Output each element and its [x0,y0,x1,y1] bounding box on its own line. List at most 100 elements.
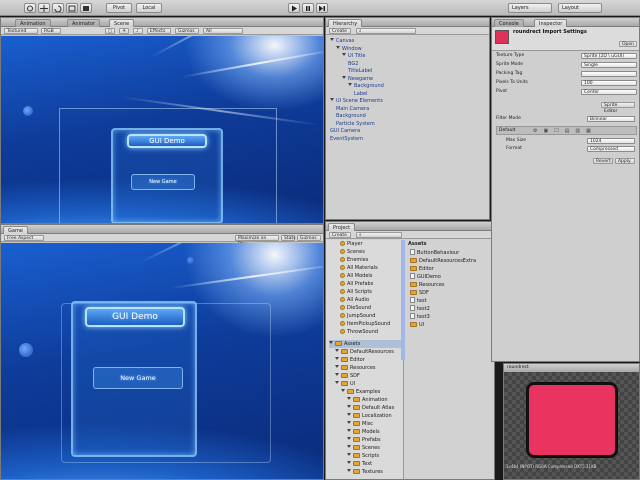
asset-item[interactable]: SDF [410,289,429,297]
filter-mode-dropdown[interactable]: Bilinear [587,116,635,122]
expand-arrow-icon[interactable] [347,421,351,424]
tab-scene[interactable]: Scene [109,19,135,27]
asset-item[interactable]: test3 [410,313,430,321]
pivot-toggle[interactable]: Pivot [106,3,132,13]
lighting-toggle[interactable]: ☀ [119,28,129,34]
favorite-item[interactable]: DieSound [340,304,371,312]
asset-folder-item[interactable]: Misc [347,420,373,428]
scene-search-input[interactable]: All [203,28,243,34]
asset-folder-item[interactable]: Textures [347,468,383,476]
favorite-item[interactable]: All Prefabs [340,280,373,288]
effects-dropdown[interactable]: Effects [147,28,171,34]
asset-item[interactable]: UI [410,321,424,329]
asset-folder-item[interactable]: Prefabs [347,436,381,444]
asset-folder-item[interactable]: UI [335,380,355,388]
layers-dropdown[interactable]: Layers [508,3,552,13]
play-button[interactable] [288,3,300,13]
gui-demo-title-button[interactable]: GUI Demo [127,134,207,148]
hierarchy-search-input[interactable]: ⌕ [356,28,416,34]
asset-folder-item[interactable]: Localization [347,412,392,420]
tab-console[interactable]: Console [494,19,524,27]
folder-scrollbar[interactable] [401,240,405,360]
tab-project[interactable]: Project [328,223,356,231]
expand-arrow-icon[interactable] [347,413,351,416]
expand-arrow-icon[interactable] [329,341,333,344]
favorite-item[interactable]: Enemies [340,256,368,264]
tab-animator[interactable]: Animator [67,19,100,27]
import-setting-value[interactable]: Center [581,89,637,95]
gizmos-dropdown[interactable]: Gizmos [175,28,199,34]
hierarchy-item[interactable]: UI Title [342,53,365,60]
new-game-button[interactable]: New Game [93,367,183,389]
asset-item[interactable]: test2 [410,305,430,313]
asset-folder-item[interactable]: Assets [329,340,403,348]
import-setting-value[interactable]: Single [581,62,637,68]
expand-arrow-icon[interactable] [342,53,346,56]
layout-dropdown[interactable]: Layout [558,3,602,13]
hierarchy-item[interactable]: TitleLabel [348,68,372,75]
expand-arrow-icon[interactable] [341,389,345,392]
asset-folder-item[interactable]: Models [347,428,380,436]
rotate-tool-button[interactable] [52,3,64,13]
local-toggle[interactable]: Local [136,3,162,13]
asset-item[interactable]: GUIDemo [410,273,441,281]
format-dropdown[interactable]: Compressed [587,146,635,152]
project-create-dropdown[interactable]: Create [329,232,351,238]
sprite-editor-button[interactable]: Sprite Editor [601,102,635,114]
shading-mode-dropdown[interactable]: Textured [4,28,38,34]
asset-folder-item[interactable]: Animation [347,396,388,404]
expand-arrow-icon[interactable] [348,83,352,86]
step-button[interactable] [316,3,328,13]
platform-default-tab[interactable]: Default [499,127,515,135]
hierarchy-item[interactable]: BG2 [348,61,358,68]
audio-toggle[interactable]: ♪ [133,28,143,34]
tab-inspector[interactable]: Inspector [534,19,568,27]
apply-button[interactable]: Apply [615,158,635,164]
expand-arrow-icon[interactable] [335,381,339,384]
import-setting-value[interactable]: Sprite (2D \ uGUI) [581,53,637,59]
favorite-item[interactable]: Scenes [340,248,365,256]
asset-folder-item[interactable]: Default Atlas [347,404,394,412]
new-game-button[interactable]: New Game [131,174,195,190]
expand-arrow-icon[interactable] [347,461,351,464]
scale-tool-button[interactable] [66,3,78,13]
revert-button[interactable]: Revert [593,158,613,164]
hand-tool-button[interactable] [24,3,36,13]
favorite-item[interactable]: All Models [340,272,372,280]
expand-arrow-icon[interactable] [335,365,339,368]
hierarchy-item[interactable]: Background [336,113,366,120]
expand-arrow-icon[interactable] [347,429,351,432]
expand-arrow-icon[interactable] [347,453,351,456]
maximize-on-play-toggle[interactable]: Maximize on Play [235,235,279,247]
aspect-dropdown[interactable]: Free Aspect [4,235,44,241]
import-setting-value[interactable] [581,71,637,77]
hierarchy-item[interactable]: Label [354,91,368,98]
game-gizmos-dropdown[interactable]: Gizmos [297,235,321,241]
max-size-dropdown[interactable]: 1024 [587,138,635,144]
scene-viewport[interactable]: GUI Demo New Game [1,36,323,223]
tab-animation[interactable]: Animation [15,19,51,27]
asset-item[interactable]: ButtonBehaviour [410,249,459,257]
expand-arrow-icon[interactable] [347,397,351,400]
expand-arrow-icon[interactable] [347,405,351,408]
hierarchy-item[interactable]: Background [348,83,384,90]
hierarchy-item[interactable]: GUI Camera [330,128,360,135]
stats-toggle[interactable]: Stats [281,235,296,241]
asset-folder-item[interactable]: Scenes [347,444,380,452]
asset-item[interactable]: Resources [410,281,445,289]
hierarchy-item[interactable]: UI Scene Elements [330,98,383,105]
favorite-item[interactable]: All Scripts [340,288,372,296]
render-mode-dropdown[interactable]: RGB [41,28,61,34]
favorite-item[interactable]: ItemPickupSound [340,320,390,328]
expand-arrow-icon[interactable] [335,357,339,360]
expand-arrow-icon[interactable] [330,38,334,41]
2d-toggle[interactable]: ◻ [105,28,115,34]
hierarchy-item[interactable]: Canvas [330,38,354,45]
expand-arrow-icon[interactable] [347,437,351,440]
expand-arrow-icon[interactable] [347,469,351,472]
hierarchy-create-dropdown[interactable]: Create [329,28,351,34]
open-button[interactable]: Open [619,41,637,47]
gui-demo-title-button[interactable]: GUI Demo [85,307,185,327]
move-tool-button[interactable] [38,3,50,13]
tab-hierarchy[interactable]: Hierarchy [328,19,363,27]
